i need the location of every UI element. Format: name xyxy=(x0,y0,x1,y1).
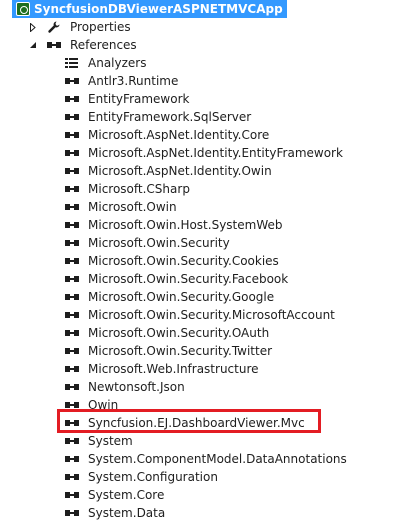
collapse-arrow-icon[interactable] xyxy=(28,36,38,54)
reference-item[interactable]: Microsoft.Owin.Security.OAuth xyxy=(0,324,400,342)
reference-label: System xyxy=(88,434,133,448)
reference-item[interactable]: Newtonsoft.Json xyxy=(0,378,400,396)
reference-item[interactable]: Microsoft.Web.Infrastructure xyxy=(0,360,400,378)
tree-node-properties[interactable]: Properties xyxy=(0,18,400,36)
reference-icon xyxy=(64,288,80,306)
references-label: References xyxy=(70,38,137,52)
reference-icon xyxy=(64,378,80,396)
reference-label: EntityFramework.SqlServer xyxy=(88,110,252,124)
reference-item[interactable]: Microsoft.Owin.Security.Google xyxy=(0,288,400,306)
reference-item[interactable]: Microsoft.CSharp xyxy=(0,180,400,198)
reference-item[interactable]: EntityFramework.SqlServer xyxy=(0,108,400,126)
reference-label: Syncfusion.EJ.DashboardViewer.Mvc xyxy=(88,416,305,430)
reference-label: Microsoft.AspNet.Identity.Owin xyxy=(88,164,272,178)
reference-icon xyxy=(64,234,80,252)
reference-icon xyxy=(64,90,80,108)
reference-label: EntityFramework xyxy=(88,92,190,106)
properties-label: Properties xyxy=(70,20,131,34)
reference-item-syncfusion-dashboardviewer[interactable]: Syncfusion.EJ.DashboardViewer.Mvc xyxy=(0,414,400,432)
reference-item[interactable]: Microsoft.AspNet.Identity.Core xyxy=(0,126,400,144)
reference-item[interactable]: Microsoft.Owin.Security.Cookies xyxy=(0,252,400,270)
reference-icon xyxy=(64,270,80,288)
reference-item[interactable]: Microsoft.AspNet.Identity.Owin xyxy=(0,162,400,180)
reference-label: Microsoft.Owin.Security.MicrosoftAccount xyxy=(88,308,335,322)
web-project-icon xyxy=(16,2,30,16)
reference-icon xyxy=(64,432,80,450)
reference-icon xyxy=(64,396,80,414)
reference-label: Microsoft.Owin.Security.Cookies xyxy=(88,254,279,268)
reference-label: System.ComponentModel.DataAnnotations xyxy=(88,452,347,466)
reference-icon xyxy=(64,144,80,162)
reference-icon xyxy=(64,216,80,234)
reference-label: Newtonsoft.Json xyxy=(88,380,185,394)
reference-item[interactable]: Microsoft.Owin.Host.SystemWeb xyxy=(0,216,400,234)
project-title: SyncfusionDBViewerASPNETMVCApp xyxy=(34,2,283,16)
reference-item[interactable]: Microsoft.Owin.Security.MicrosoftAccount xyxy=(0,306,400,324)
reference-item[interactable]: Microsoft.Owin.Security xyxy=(0,234,400,252)
reference-icon xyxy=(64,126,80,144)
reference-item[interactable]: System.Configuration xyxy=(0,468,400,486)
reference-item[interactable]: Microsoft.Owin xyxy=(0,198,400,216)
reference-icon xyxy=(46,36,62,54)
reference-icon xyxy=(64,414,80,432)
reference-icon xyxy=(64,306,80,324)
reference-icon xyxy=(64,198,80,216)
analyzers-icon xyxy=(64,54,80,72)
wrench-icon xyxy=(46,18,62,36)
reference-label: Microsoft.Web.Infrastructure xyxy=(88,362,259,376)
reference-icon xyxy=(64,360,80,378)
reference-label: System.Data xyxy=(88,506,166,520)
reference-label: Antlr3.Runtime xyxy=(88,74,179,88)
reference-icon xyxy=(64,108,80,126)
reference-label: Microsoft.Owin.Host.SystemWeb xyxy=(88,218,283,232)
reference-icon xyxy=(64,252,80,270)
reference-label: Microsoft.Owin.Security.Facebook xyxy=(88,272,289,286)
reference-item[interactable]: System.Data xyxy=(0,504,400,522)
reference-item[interactable]: Microsoft.Owin.Security.Twitter xyxy=(0,342,400,360)
reference-label: Microsoft.CSharp xyxy=(88,182,190,196)
reference-item[interactable]: Owin xyxy=(0,396,400,414)
reference-item[interactable]: Antlr3.Runtime xyxy=(0,72,400,90)
reference-icon xyxy=(64,72,80,90)
reference-label: Microsoft.Owin.Security xyxy=(88,236,230,250)
reference-item-analyzers[interactable]: Analyzers xyxy=(0,54,400,72)
reference-item[interactable]: Microsoft.AspNet.Identity.EntityFramewor… xyxy=(0,144,400,162)
reference-label: Microsoft.Owin xyxy=(88,200,177,214)
reference-label: Microsoft.AspNet.Identity.Core xyxy=(88,128,270,142)
reference-icon xyxy=(64,504,80,522)
reference-label: Microsoft.Owin.Security.Twitter xyxy=(88,344,273,358)
solution-explorer-tree: SyncfusionDBViewerASPNETMVCApp Propertie… xyxy=(0,0,400,526)
project-node[interactable]: SyncfusionDBViewerASPNETMVCApp xyxy=(12,0,287,18)
reference-item[interactable]: System.Core xyxy=(0,486,400,504)
expand-arrow-icon[interactable] xyxy=(28,18,38,36)
reference-icon xyxy=(64,486,80,504)
reference-label: System.Core xyxy=(88,488,165,502)
reference-item[interactable]: Microsoft.Owin.Security.Facebook xyxy=(0,270,400,288)
reference-label: Analyzers xyxy=(88,56,147,70)
reference-label: Microsoft.Owin.Security.OAuth xyxy=(88,326,270,340)
reference-icon xyxy=(64,450,80,468)
reference-label: Microsoft.Owin.Security.Google xyxy=(88,290,275,304)
reference-icon xyxy=(64,342,80,360)
reference-icon xyxy=(64,324,80,342)
reference-icon xyxy=(64,468,80,486)
reference-item[interactable]: EntityFramework xyxy=(0,90,400,108)
reference-icon xyxy=(64,162,80,180)
reference-item[interactable]: System xyxy=(0,432,400,450)
reference-icon xyxy=(64,180,80,198)
reference-label: Owin xyxy=(88,398,119,412)
reference-label: Microsoft.AspNet.Identity.EntityFramewor… xyxy=(88,146,343,160)
tree-node-references[interactable]: References xyxy=(0,36,400,54)
reference-label: System.Configuration xyxy=(88,470,218,484)
reference-item[interactable]: System.ComponentModel.DataAnnotations xyxy=(0,450,400,468)
